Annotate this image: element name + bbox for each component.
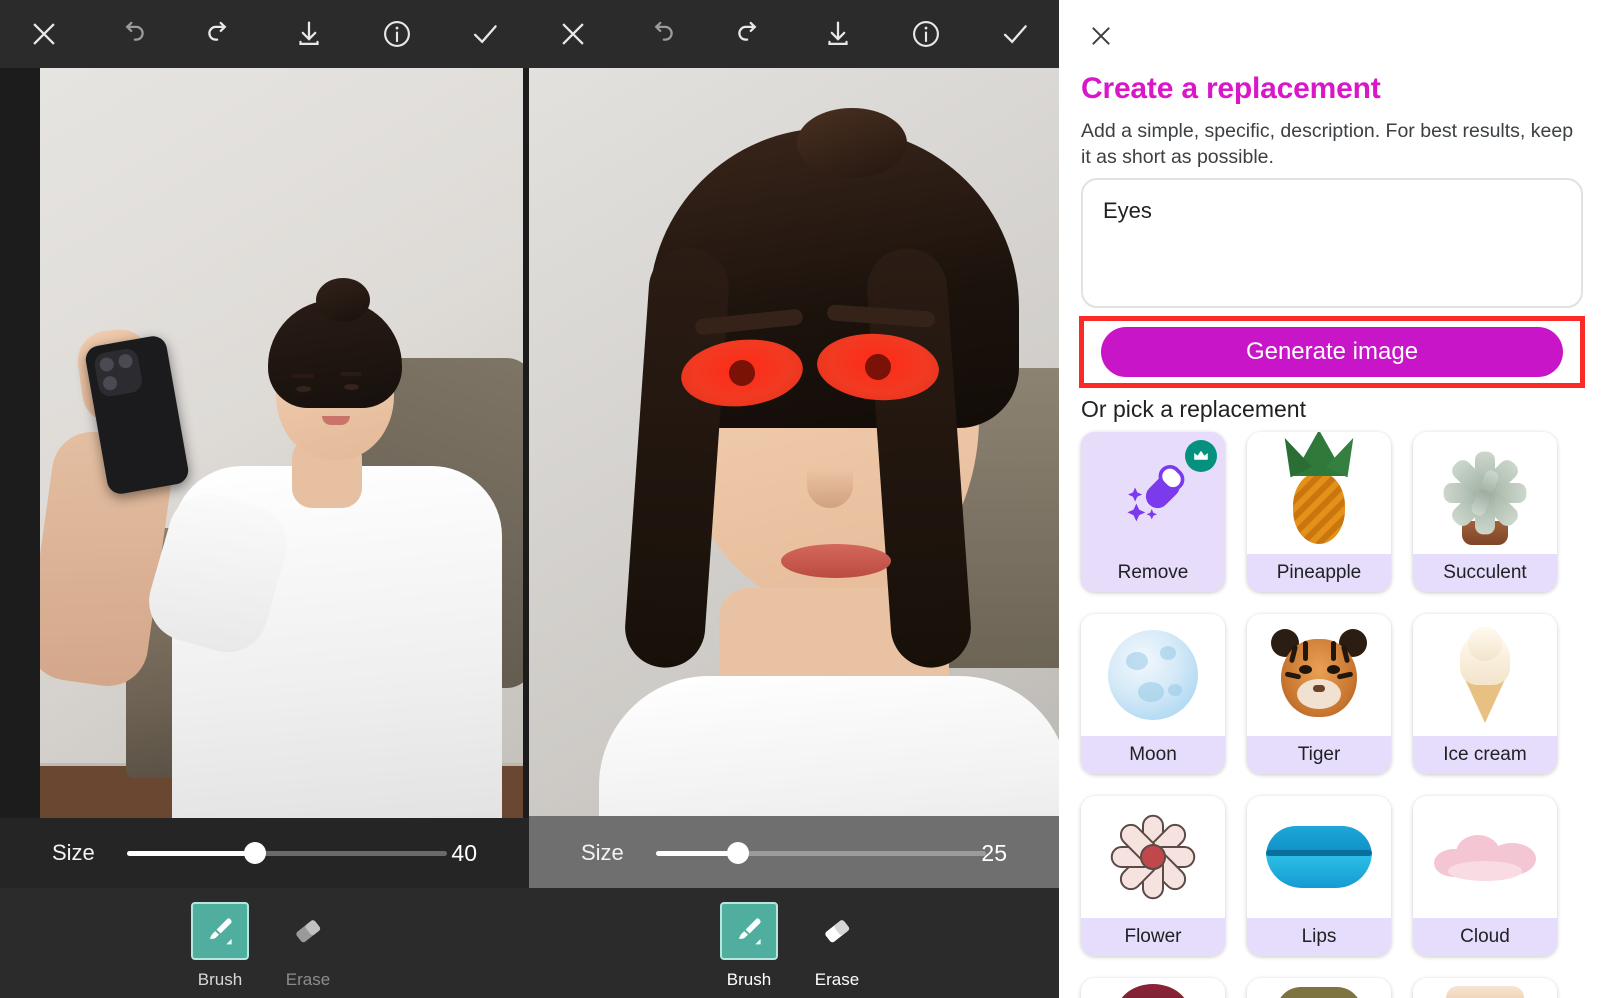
generate-image-button[interactable]: Generate image — [1101, 327, 1563, 377]
info-icon[interactable] — [900, 8, 952, 60]
toolbar-panel-2 — [529, 0, 1059, 68]
photo-canvas-right[interactable] — [529, 68, 1059, 816]
replacement-tile-tiger[interactable]: Tiger — [1247, 614, 1391, 774]
erase-tool-button[interactable]: Erase — [807, 902, 867, 990]
prompt-input[interactable]: Eyes — [1081, 178, 1583, 308]
pick-replacement-heading: Or pick a replacement — [1081, 396, 1306, 422]
replacement-grid: Remove Pineapple Succulent Moon Tiger Ic… — [1081, 432, 1597, 998]
replacement-tile-label: Remove — [1081, 554, 1225, 592]
size-slider[interactable] — [655, 842, 986, 864]
close-icon[interactable] — [18, 8, 70, 60]
photo-eyebrow — [340, 372, 362, 376]
replacement-tile-remove[interactable]: Remove — [1081, 432, 1225, 592]
tool-row-right: Brush Erase — [529, 888, 1059, 998]
replacement-tile-ice-cream[interactable]: Ice cream — [1413, 614, 1557, 774]
replacement-tile-label: Pineapple — [1247, 554, 1391, 592]
size-slider-row-right: Size 25 — [529, 818, 1059, 888]
erase-tool-button[interactable]: Erase — [278, 902, 338, 990]
partial-art — [1247, 978, 1391, 998]
toolbar-panel-1 — [0, 0, 529, 68]
partial-art — [1081, 978, 1225, 998]
eraser-icon — [279, 902, 337, 960]
brush-icon — [191, 902, 249, 960]
check-icon[interactable] — [989, 8, 1041, 60]
panel-subtitle: Add a simple, specific, description. For… — [1081, 120, 1574, 169]
replacement-tile-cloud[interactable]: Cloud — [1413, 796, 1557, 956]
slider-knob[interactable] — [243, 842, 266, 864]
photo-shirt — [599, 676, 1059, 816]
undo-icon[interactable] — [635, 8, 687, 60]
editor-area: REPLACE — [0, 0, 1059, 998]
tool-row-left: Brush Erase — [0, 888, 529, 998]
app-root: REPLACE — [0, 0, 1620, 998]
replacement-tile-partial[interactable] — [1081, 978, 1225, 998]
size-value: 40 — [451, 839, 477, 866]
replacement-tile-label: Tiger — [1247, 736, 1391, 774]
redo-icon[interactable] — [194, 8, 246, 60]
replacement-tile-partial[interactable] — [1413, 978, 1557, 998]
photo-canvas-left[interactable] — [40, 68, 523, 818]
replacement-side-panel: Create a replacement Add a simple, speci… — [1059, 0, 1620, 998]
replacement-tile-pineapple[interactable]: Pineapple — [1247, 432, 1391, 592]
close-icon[interactable] — [547, 8, 599, 60]
size-label: Size — [52, 840, 95, 865]
eraser-icon — [808, 902, 866, 960]
lips-icon — [1247, 796, 1391, 918]
erase-tool-label: Erase — [285, 970, 331, 989]
partial-art — [1413, 978, 1557, 998]
undo-icon[interactable] — [106, 8, 158, 60]
moon-icon — [1081, 614, 1225, 736]
photo-hair-bun — [797, 108, 907, 178]
info-icon[interactable] — [371, 8, 423, 60]
replacement-tile-label: Moon — [1081, 736, 1225, 774]
generate-button-highlight: Generate image — [1079, 316, 1585, 388]
replacement-tile-flower[interactable]: Flower — [1081, 796, 1225, 956]
panel-title: Create a replacement — [1081, 72, 1381, 105]
size-value: 25 — [981, 839, 1007, 866]
replacement-tile-label: Succulent — [1413, 554, 1557, 592]
photo-phone-camera — [92, 347, 144, 399]
replacement-tile-lips[interactable]: Lips — [1247, 796, 1391, 956]
replacement-tile-label: Cloud — [1413, 918, 1557, 956]
erase-tool-label: Erase — [814, 970, 860, 989]
photo-eye — [344, 384, 359, 390]
brush-icon — [720, 902, 778, 960]
tiger-icon — [1247, 614, 1391, 736]
premium-crown-icon — [1185, 440, 1217, 472]
close-icon[interactable] — [1079, 14, 1123, 58]
size-slider[interactable] — [126, 842, 447, 864]
replacement-tile-moon[interactable]: Moon — [1081, 614, 1225, 774]
brush-tool-button[interactable]: Brush — [190, 902, 250, 990]
replacement-tile-succulent[interactable]: Succulent — [1413, 432, 1557, 592]
succulent-icon — [1413, 432, 1557, 554]
check-icon[interactable] — [459, 8, 511, 60]
ice-cream-icon — [1413, 614, 1557, 736]
photo-eye — [296, 386, 311, 392]
cloud-icon — [1413, 796, 1557, 918]
flower-icon — [1081, 796, 1225, 918]
photo-eyebrow — [292, 374, 314, 378]
download-icon[interactable] — [812, 8, 864, 60]
brush-tool-label: Brush — [197, 970, 243, 989]
brush-tool-label: Brush — [726, 970, 772, 989]
photo-hair-bun — [316, 278, 370, 322]
replacement-tile-label: Flower — [1081, 918, 1225, 956]
pineapple-icon — [1247, 432, 1391, 554]
slider-knob[interactable] — [726, 842, 749, 864]
photo-lips — [781, 544, 891, 578]
download-icon[interactable] — [283, 8, 335, 60]
size-label: Size — [581, 840, 624, 865]
replacement-tile-label: Lips — [1247, 918, 1391, 956]
replacement-tile-partial[interactable] — [1247, 978, 1391, 998]
size-slider-row-left: Size 40 — [0, 818, 529, 888]
redo-icon[interactable] — [724, 8, 776, 60]
brush-tool-button[interactable]: Brush — [719, 902, 779, 990]
replacement-tile-label: Ice cream — [1413, 736, 1557, 774]
top-toolbar — [0, 0, 1059, 68]
